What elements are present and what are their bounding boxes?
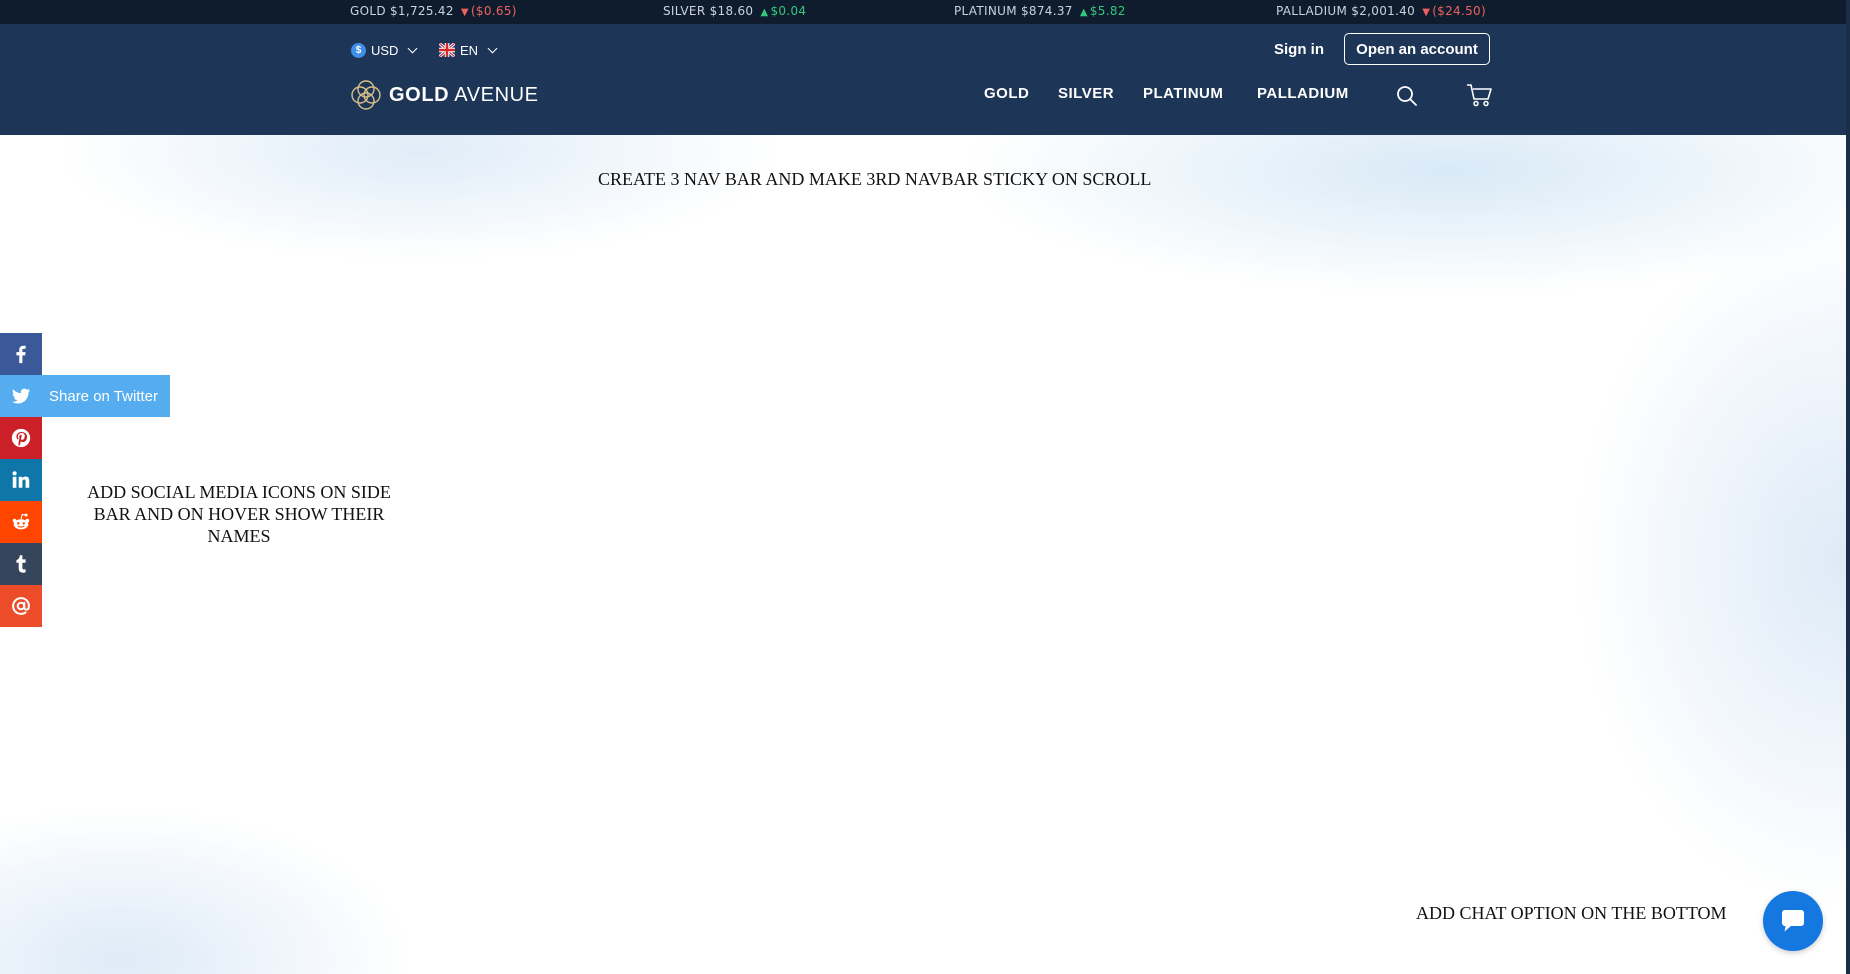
ticker-item-silver: SILVER $18.60 ▲ $0.04	[663, 4, 806, 20]
twitter-share-button[interactable]: Share on Twitter	[0, 375, 170, 417]
pinterest-share-button[interactable]	[0, 417, 42, 459]
chat-button[interactable]	[1763, 891, 1823, 951]
reddit-icon	[12, 513, 30, 530]
scrollbar-edge	[1846, 0, 1850, 974]
main-header: $ USD EN Sign in Open an account GOLD AV…	[0, 24, 1846, 135]
linkedin-share-button[interactable]	[0, 459, 42, 501]
dollar-icon: $	[351, 42, 366, 58]
ticker-item-platinum: PLATINUM $874.37 ▲ $5.82	[954, 4, 1126, 20]
ticker-price: $2,001.40	[1351, 4, 1416, 18]
ticker-change: $5.82	[1089, 4, 1126, 18]
nav-platinum[interactable]: PLATINUM	[1143, 85, 1223, 102]
nav-gold[interactable]: GOLD	[984, 85, 1029, 102]
gold-avenue-logo[interactable]: GOLD AVENUE	[350, 79, 539, 111]
logo-text-bold: GOLD	[389, 83, 450, 106]
down-arrow-icon: ▼	[460, 7, 469, 18]
ticker-metal: GOLD	[350, 4, 386, 18]
currency-value: USD	[371, 42, 399, 58]
tumblr-share-button[interactable]	[0, 543, 42, 585]
search-icon[interactable]	[1395, 84, 1419, 108]
chevron-down-icon	[408, 43, 418, 53]
uk-flag-icon	[439, 43, 455, 57]
ticker-metal: PALLADIUM	[1276, 4, 1348, 18]
chevron-down-icon	[487, 43, 498, 53]
ticker-price: $18.60	[709, 4, 754, 18]
chat-bubble-icon	[1782, 910, 1804, 932]
price-ticker-bar: GOLD $1,725.42 ▼ ($0.65) SILVER $18.60 ▲ $…	[0, 0, 1846, 24]
logo-text-light: AVENUE	[454, 83, 539, 106]
nav-palladium[interactable]: PALLADIUM	[1257, 85, 1349, 102]
facebook-icon	[16, 345, 26, 364]
logo-text: GOLD AVENUE	[389, 84, 539, 107]
linkedin-icon	[12, 471, 30, 488]
note-navbar: CREATE 3 NAV BAR AND MAKE 3RD NAVBAR STI…	[598, 169, 1152, 189]
ticker-change: ($0.65)	[470, 4, 517, 18]
ticker-price: $874.37	[1020, 4, 1073, 18]
nav-silver[interactable]: SILVER	[1058, 85, 1114, 102]
up-arrow-icon: ▲	[760, 7, 769, 18]
note-social-sidebar: ADD SOCIAL MEDIA ICONS ON SIDE BAR AND O…	[87, 482, 391, 546]
ticker-price: $1,725.42	[390, 4, 454, 18]
social-sidebar: Share on Twitter	[0, 333, 170, 627]
twitter-hover-label: Share on Twitter	[49, 387, 158, 405]
email-share-button[interactable]	[0, 585, 42, 627]
ticker-metal: PLATINUM	[954, 4, 1017, 18]
ticker-item-gold: GOLD $1,725.42 ▼ ($0.65)	[350, 4, 517, 20]
currency-selector[interactable]: $ USD	[351, 41, 418, 59]
cart-icon[interactable]	[1465, 82, 1493, 108]
facebook-share-button[interactable]	[0, 333, 42, 375]
at-sign-icon	[12, 597, 30, 615]
ticker-change: $0.04	[770, 4, 807, 18]
ticker-metal: SILVER	[663, 4, 706, 18]
language-value: EN	[460, 42, 479, 58]
open-account-button[interactable]: Open an account	[1344, 33, 1490, 65]
tumblr-icon	[16, 555, 26, 573]
language-selector[interactable]: EN	[439, 41, 498, 59]
twitter-icon	[11, 388, 31, 404]
pinterest-icon	[11, 428, 31, 448]
reddit-share-button[interactable]	[0, 501, 42, 543]
up-arrow-icon: ▲	[1079, 7, 1088, 18]
sign-in-link[interactable]: Sign in	[1274, 41, 1324, 58]
ticker-change: ($24.50)	[1432, 4, 1486, 18]
down-arrow-icon: ▼	[1422, 7, 1431, 18]
ticker-item-palladium: PALLADIUM $2,001.40 ▼ ($24.50)	[1276, 4, 1486, 20]
note-chat: ADD CHAT OPTION ON THE BOTTOM	[1416, 903, 1727, 923]
logo-mark-icon	[351, 80, 381, 110]
